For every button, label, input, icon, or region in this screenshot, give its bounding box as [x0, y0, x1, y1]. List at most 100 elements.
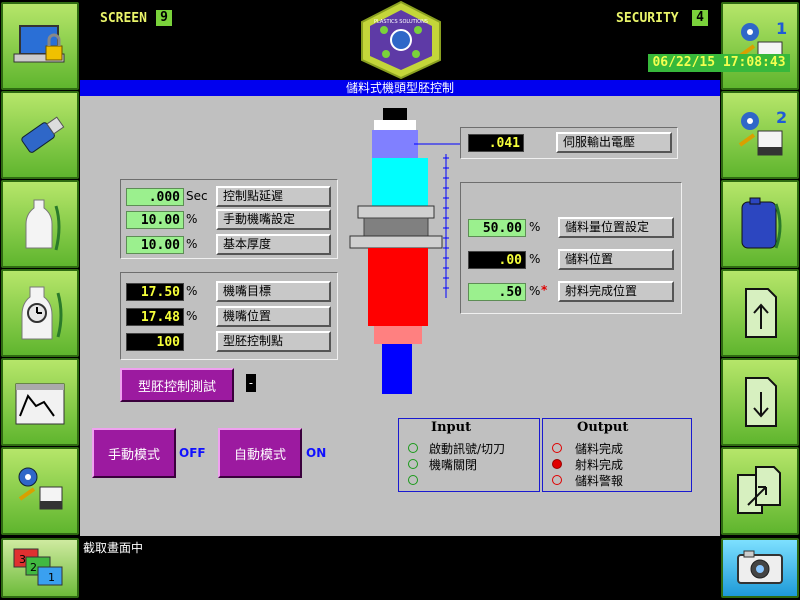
accumulator-position-unit: %	[529, 252, 541, 266]
heater-band	[363, 217, 429, 237]
usb-drive-icon	[21, 116, 65, 153]
setup-2-icon: 2	[738, 108, 787, 156]
security-level: 4	[692, 10, 708, 26]
servo-output-value: .041	[468, 134, 524, 152]
laptop-lock-button[interactable]	[1, 2, 79, 90]
output-label-3: 儲料警報	[575, 474, 624, 488]
screenshot-button[interactable]	[721, 538, 799, 598]
transfer-doc-icon	[737, 466, 781, 514]
container-icon	[741, 197, 782, 249]
shot-size-setpoint-value[interactable]: 50.00	[468, 219, 526, 237]
bottle-timer-button[interactable]	[1, 269, 79, 357]
parison-test-button[interactable]: 型胚控制測試	[120, 368, 234, 402]
nozzle-position-button[interactable]: 機嘴位置	[216, 306, 331, 327]
flange-bottom	[349, 235, 443, 249]
accumulator-position-button[interactable]: 儲料位置	[558, 249, 674, 270]
manual-mode-state: OFF	[179, 446, 206, 460]
servo-output-button[interactable]: 伺服輸出電壓	[556, 132, 672, 153]
setup-1-button[interactable]: 1	[721, 2, 799, 90]
nozzle-position-unit: %	[186, 309, 198, 323]
base-thickness-button[interactable]: 基本厚度	[216, 234, 331, 255]
camera-icon	[737, 550, 783, 584]
svg-text:1: 1	[776, 19, 787, 38]
upload-doc-icon	[745, 288, 777, 338]
screen-number: 9	[156, 10, 172, 26]
company-logo: PLASTICS SOLUTIONS	[361, 0, 441, 80]
manual-nozzle-value[interactable]: 10.00	[126, 211, 184, 229]
datetime-display: 06/22/15 17:08:43	[648, 54, 790, 72]
input-led-3	[408, 475, 418, 485]
top-ring	[374, 120, 416, 130]
logo-text: PLASTICS SOLUTIONS	[374, 19, 428, 25]
bottle-icon	[25, 199, 61, 251]
shot-complete-button[interactable]: 射料完成位置	[558, 281, 674, 302]
svg-text:2: 2	[30, 561, 37, 574]
setup-2-button[interactable]: 2	[721, 91, 799, 179]
status-bar: 截取畫面中	[80, 536, 720, 600]
nozzle-target-value: 17.50	[126, 283, 184, 301]
shot-complete-unit: %	[529, 284, 541, 298]
output-status-box: Output 儲料完成 射料完成 儲料警報	[542, 418, 692, 492]
shot-size-setpoint-unit: %	[529, 220, 541, 234]
hmi-screen: 3 2 1 1 2 SCREEN 9 SECURITY 4 PLASTICS S…	[0, 0, 800, 600]
main-panel: .000 Sec 控制點延遲 10.00 % 手動機嘴設定 10.00 % 基本…	[80, 96, 720, 536]
usb-export-button[interactable]	[1, 91, 79, 179]
download-doc-icon	[745, 377, 777, 427]
input-label-2: 機嘴關閉	[429, 458, 478, 472]
svg-text:2: 2	[776, 108, 787, 127]
parison-test-indicator: -	[246, 374, 256, 392]
output-led-2	[552, 459, 562, 469]
output-label-1: 儲料完成	[575, 442, 624, 456]
output-led-3	[552, 475, 562, 485]
screens-stack-button[interactable]: 3 2 1	[1, 538, 79, 598]
machine-settings-button[interactable]	[1, 447, 79, 535]
screens-stack-icon: 3 2 1	[13, 548, 63, 586]
screen-label: SCREEN	[100, 11, 147, 26]
control-delay-value[interactable]: .000	[126, 188, 184, 206]
top-cap	[383, 108, 407, 120]
settings-machine-icon	[18, 467, 63, 510]
accumulator-position-value: .00	[468, 251, 526, 269]
nozzle-target-button[interactable]: 機嘴目標	[216, 281, 331, 302]
bottle-clock-icon	[21, 286, 63, 340]
shot-complete-mark: *	[541, 283, 548, 297]
bottle-button[interactable]	[1, 180, 79, 268]
servo-cylinder	[372, 130, 418, 158]
output-label-2: 射料完成	[575, 458, 624, 472]
container-button[interactable]	[721, 180, 799, 268]
status-message: 截取畫面中	[83, 541, 144, 555]
input-label-1: 啟動訊號/切刀	[429, 442, 506, 456]
output-title: Output	[577, 420, 629, 435]
parison-die	[382, 344, 412, 394]
manual-nozzle-button[interactable]: 手動機嘴設定	[216, 209, 331, 230]
transfer-doc-button[interactable]	[721, 447, 799, 535]
input-title: Input	[431, 420, 472, 435]
die-head	[374, 326, 422, 344]
input-status-box: Input 啟動訊號/切刀 機嘴關閉	[398, 418, 540, 492]
shot-size-setpoint-button[interactable]: 儲料量位置設定	[558, 217, 674, 238]
input-led-1	[408, 443, 418, 453]
flange-top	[357, 205, 435, 219]
shot-complete-value[interactable]: .50	[468, 283, 526, 301]
base-thickness-value[interactable]: 10.00	[126, 236, 184, 254]
output-led-1	[552, 443, 562, 453]
control-delay-button[interactable]: 控制點延遲	[216, 186, 331, 207]
manual-mode-button[interactable]: 手動模式	[92, 428, 176, 478]
manual-nozzle-unit: %	[186, 212, 198, 226]
trend-chart-button[interactable]	[1, 358, 79, 446]
nozzle-position-value: 17.48	[126, 308, 184, 326]
accumulator-upper	[372, 158, 428, 206]
parison-points-button[interactable]: 型胚控制點	[216, 331, 331, 352]
control-delay-unit: Sec	[186, 189, 208, 203]
parison-points-value: 100	[126, 333, 184, 351]
security-label: SECURITY	[616, 11, 679, 26]
header-bar: SCREEN 9 SECURITY 4 PLASTICS SOLUTIONS 0…	[80, 0, 790, 80]
upload-doc-button[interactable]	[721, 269, 799, 357]
melt-reservoir	[368, 248, 428, 326]
laptop-lock-icon	[13, 25, 65, 63]
download-doc-button[interactable]	[721, 358, 799, 446]
input-led-2	[408, 459, 418, 469]
auto-mode-button[interactable]: 自動模式	[218, 428, 302, 478]
svg-text:1: 1	[48, 571, 55, 584]
nozzle-target-unit: %	[186, 284, 198, 298]
